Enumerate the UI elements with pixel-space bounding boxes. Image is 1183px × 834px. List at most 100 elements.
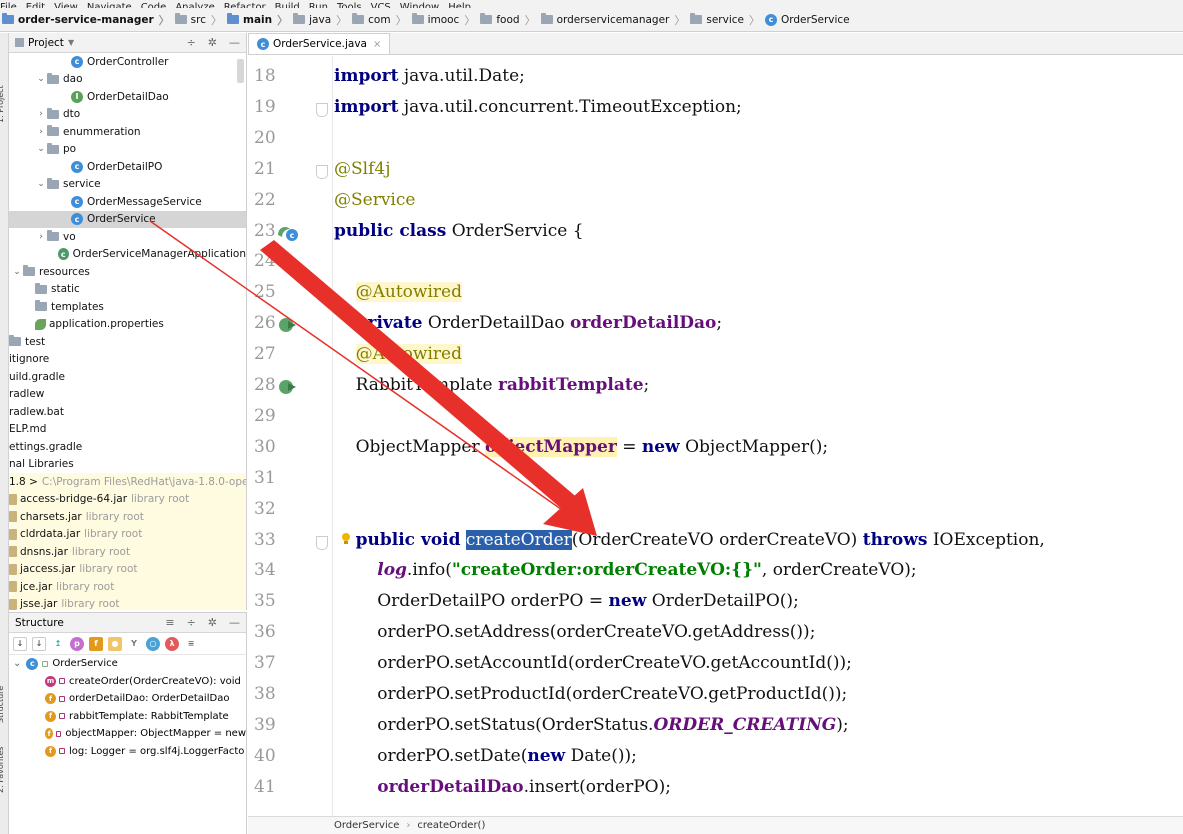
tree-item[interactable]: itignore (9, 351, 246, 369)
tree-item[interactable]: radlew (9, 386, 246, 404)
breadcrumb-item-food[interactable]: food 〉 (480, 12, 540, 28)
breadcrumb-item-service[interactable]: service 〉 (690, 12, 765, 28)
show-non-public-icon[interactable]: ● (108, 636, 122, 651)
code-line[interactable]: OrderDetailPO orderPO = new OrderDetailP… (334, 591, 799, 611)
code-area[interactable]: import java.util.Date; import java.util.c… (334, 56, 1183, 816)
code-line[interactable]: orderPO.setDate(new Date()); (334, 746, 637, 766)
code-line[interactable]: public class OrderService { (334, 221, 584, 241)
breadcrumb-item-java[interactable]: java 〉 (293, 12, 352, 28)
more-options-icon[interactable]: ≡ (184, 636, 198, 651)
tree-item[interactable]: dnsns.jar library root (9, 543, 246, 561)
tree-item[interactable]: c OrderService (9, 210, 246, 228)
chevron-right-icon[interactable]: › (35, 232, 47, 242)
breadcrumb-item-com[interactable]: com 〉 (352, 12, 411, 28)
minimize-icon[interactable]: — (229, 36, 240, 49)
tree-item[interactable]: cldrdata.jar library root (9, 525, 246, 543)
code-line[interactable]: orderPO.setAccountId(orderCreateVO.getAc… (334, 653, 852, 673)
tree-folder-templates[interactable]: templates (9, 298, 246, 316)
left-strip-tab-1[interactable]: Structure (0, 686, 5, 723)
tree-folder-dao[interactable]: ⌄ dao (9, 71, 246, 89)
autowired-injection-icon[interactable] (276, 315, 300, 335)
code-line[interactable]: orderDetailDao.insert(orderPO); (334, 777, 671, 797)
tree-item[interactable]: c OrderServiceManagerApplication (9, 246, 246, 264)
tree-item[interactable]: I OrderDetailDao (9, 88, 246, 106)
structure-member[interactable]: f rabbitTemplate: RabbitTemplate (9, 708, 246, 726)
tree-item[interactable]: c OrderMessageService (9, 193, 246, 211)
code-line[interactable]: orderPO.setAddress(orderCreateVO.getAddr… (334, 622, 815, 642)
code-line[interactable]: @Service (334, 190, 415, 210)
structure-root[interactable]: ⌄ c OrderService (9, 655, 246, 673)
breadcrumb-item-orderservicemanager[interactable]: orderservicemanager 〉 (540, 12, 691, 28)
sort-alpha-icon[interactable]: ↓ (32, 636, 46, 651)
tree-folder-po[interactable]: ⌄ po (9, 141, 246, 159)
tree-item[interactable]: c OrderController (9, 53, 246, 71)
chevron-down-icon[interactable]: ⌄ (35, 144, 47, 154)
gear-icon[interactable]: ✲ (208, 616, 217, 629)
breadcrumb-item-order-service-manager[interactable]: order-service-manager 〉 (2, 12, 175, 28)
code-editor[interactable]: 18 19 20 21 22 23 24 25 26 27 28 29 30 31 32 33 34 35 36 37… (248, 56, 1183, 816)
minimize-icon[interactable]: — (229, 616, 240, 629)
tree-item[interactable]: 1.8 > C:\Program Files\RedHat\java-1.8.0-… (9, 473, 246, 491)
show-properties-icon[interactable]: ↥ (51, 636, 65, 651)
structure-member[interactable]: f objectMapper: ObjectMapper = new (9, 725, 246, 743)
tree-item[interactable]: uild.gradle (9, 368, 246, 386)
autowired-injection-icon[interactable] (276, 377, 300, 397)
code-line[interactable]: @Autowired (334, 282, 462, 303)
tree-item[interactable]: application.properties (9, 316, 246, 334)
breadcrumb-item-src[interactable]: src 〉 (174, 12, 227, 28)
filter-icon[interactable]: Y (127, 636, 141, 651)
chevron-right-icon[interactable]: › (35, 109, 47, 119)
tree-item[interactable]: ELP.md (9, 421, 246, 439)
tree-folder-test[interactable]: test (9, 333, 246, 351)
tree-folder-vo[interactable]: › vo (9, 228, 246, 246)
editor-breadcrumb-item[interactable]: OrderService (334, 820, 399, 831)
expand-all-icon[interactable]: ≡ (165, 616, 174, 629)
tree-item[interactable]: jce.jar library root (9, 578, 246, 596)
code-line[interactable]: orderPO.setStatus(OrderStatus.ORDER_CREA… (334, 715, 848, 735)
left-strip-tab-0[interactable]: 1: Project (0, 85, 5, 123)
show-lambdas-icon[interactable]: λ (165, 636, 179, 651)
fold-marker-icon[interactable] (316, 102, 328, 117)
code-line[interactable]: import java.util.Date; (334, 66, 525, 86)
tree-item[interactable]: radlew.bat (9, 403, 246, 421)
left-strip-tab-2[interactable]: 2: Favorites (0, 747, 5, 793)
structure-member[interactable]: f log: Logger = org.slf4j.LoggerFacto (9, 743, 246, 761)
tree-item[interactable]: charsets.jar library root (9, 508, 246, 526)
collapse-all-icon[interactable]: ÷ (187, 36, 196, 49)
tree-item[interactable]: nal Libraries (9, 456, 246, 474)
tree-folder-static[interactable]: static (9, 281, 246, 299)
tree-folder-enummeration[interactable]: › enummeration (9, 123, 246, 141)
show-anonymous-icon[interactable]: ○ (146, 636, 160, 651)
intention-bulb-icon[interactable] (340, 531, 364, 551)
tree-item[interactable]: access-bridge-64.jar library root (9, 490, 246, 508)
spring-bean-icon[interactable]: c (276, 223, 300, 243)
chevron-right-icon[interactable]: › (35, 127, 47, 137)
editor-breadcrumb-item[interactable]: createOrder() (417, 820, 485, 831)
code-line[interactable]: log.info("createOrder:orderCreateVO:{}",… (334, 560, 916, 580)
chevron-down-icon[interactable]: ⌄ (13, 658, 21, 669)
code-line[interactable]: ObjectMapper objectMapper = new ObjectMa… (334, 436, 828, 457)
chevron-down-icon[interactable]: ⌄ (35, 74, 47, 84)
breadcrumb-item-imooc[interactable]: imooc 〉 (411, 12, 481, 28)
code-line[interactable]: orderPO.setProductId(orderCreateVO.getPr… (334, 684, 847, 704)
tree-item[interactable]: jsse.jar library root (9, 595, 246, 610)
close-icon[interactable]: × (373, 39, 381, 50)
code-line[interactable]: @Autowired (334, 344, 462, 365)
structure-member[interactable]: m createOrder(OrderCreateVO): void (9, 673, 246, 691)
breadcrumb-item-main[interactable]: main 〉 (227, 12, 293, 28)
tree-folder-service[interactable]: ⌄ service (9, 176, 246, 194)
structure-member[interactable]: f orderDetailDao: OrderDetailDao (9, 690, 246, 708)
code-line[interactable]: @Slf4j (334, 159, 390, 179)
tree-item[interactable]: ettings.gradle (9, 438, 246, 456)
code-line[interactable]: import java.util.concurrent.TimeoutExcep… (334, 97, 742, 117)
collapse-all-icon[interactable]: ÷ (187, 616, 196, 629)
sort-by-visibility-icon[interactable]: ↓ (13, 636, 27, 651)
show-inherited-icon[interactable]: p (70, 636, 84, 651)
tab-orderservice-java[interactable]: c OrderService.java × (248, 33, 391, 54)
fold-marker-icon[interactable] (316, 164, 328, 179)
chevron-down-icon[interactable]: ⌄ (11, 267, 23, 277)
tree-item[interactable]: jaccess.jar library root (9, 560, 246, 578)
fold-marker-icon[interactable] (316, 535, 328, 550)
chevron-down-icon[interactable]: ⌄ (35, 179, 47, 189)
code-line[interactable]: public void createOrder(OrderCreateVO or… (334, 529, 1045, 550)
